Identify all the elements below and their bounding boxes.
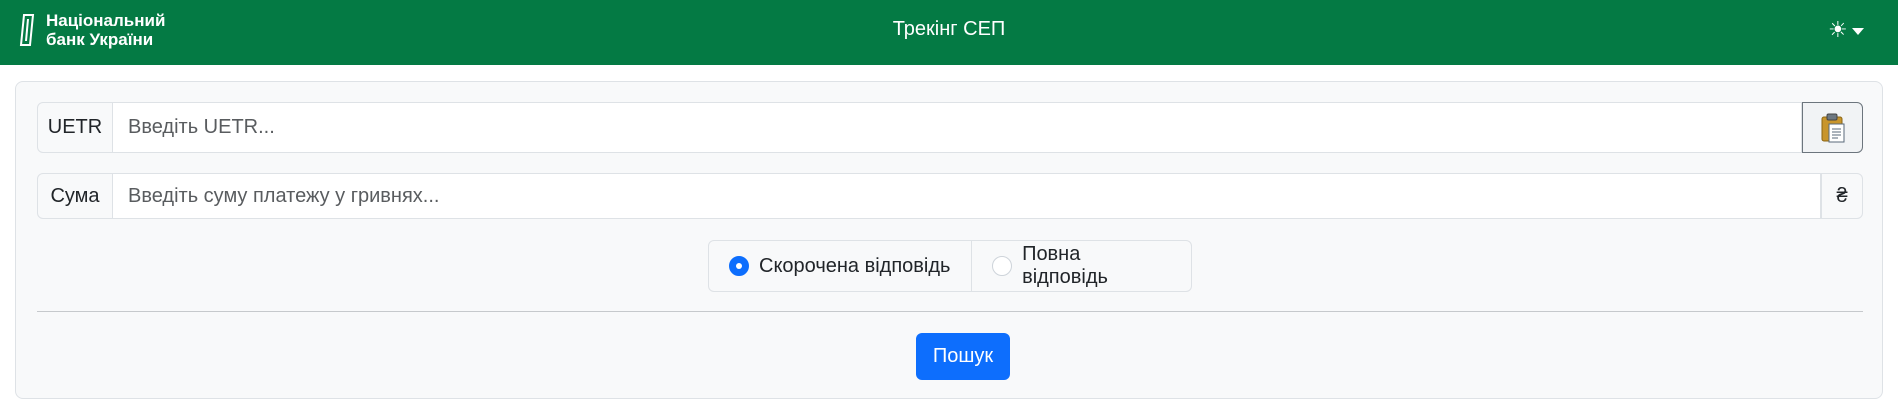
chevron-down-icon	[1851, 27, 1864, 35]
full-response-label: Повна відповідь	[1022, 243, 1108, 288]
sun-icon: ☀	[1828, 17, 1848, 42]
top-navbar: Національний банк України Трекінг СЕП ☀	[0, 0, 1898, 65]
uetr-input[interactable]	[113, 102, 1802, 153]
short-response-radio[interactable]	[729, 256, 749, 276]
clipboard-icon	[1821, 113, 1844, 142]
page-title: Трекінг СЕП	[892, 18, 1006, 40]
short-response-label: Скорочена відповідь	[759, 254, 951, 277]
paste-button[interactable]	[1802, 102, 1863, 153]
full-response-radio[interactable]	[992, 256, 1013, 276]
response-mode-radio-group: Скорочена відповідь Повна відповідь	[708, 240, 1192, 292]
search-form-card: UETR Сума ₴ Скорочена відповідь Повна ві	[15, 81, 1883, 399]
amount-input[interactable]	[113, 173, 1821, 219]
hryvnia-currency-sign: ₴	[1821, 173, 1863, 219]
short-response-option[interactable]: Скорочена відповідь	[709, 241, 971, 291]
amount-input-group: Сума ₴	[37, 173, 1863, 219]
search-button[interactable]: Пошук	[916, 333, 1010, 380]
full-response-option[interactable]: Повна відповідь	[971, 241, 1191, 291]
amount-label: Сума	[37, 173, 113, 219]
theme-toggle-dropdown[interactable]: ☀	[1828, 16, 1864, 44]
divider	[37, 311, 1863, 312]
uetr-input-group: UETR	[37, 102, 1863, 153]
uetr-label: UETR	[37, 102, 113, 153]
